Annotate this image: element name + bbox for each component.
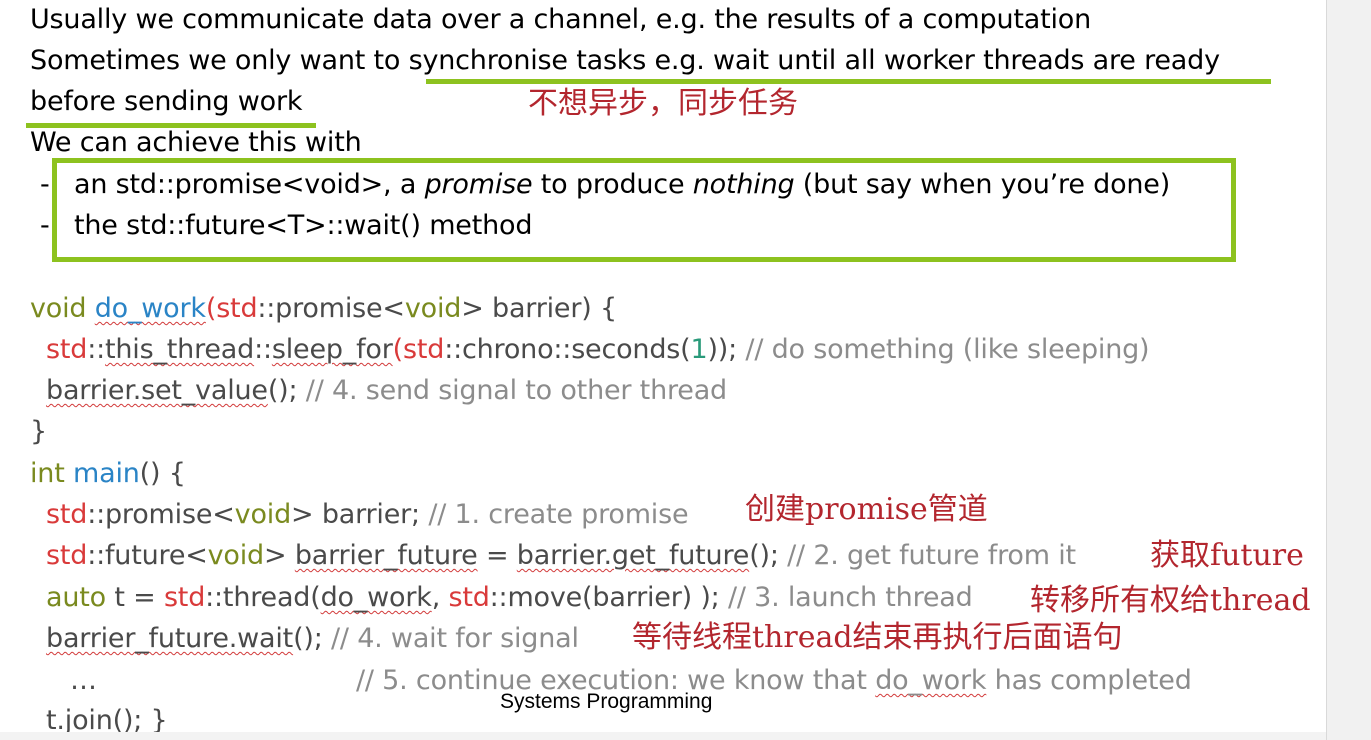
code-line-5: int main() {	[30, 458, 186, 489]
annotation-wait: 等待线程thread结束再执行后面语句	[632, 620, 1123, 655]
slide-canvas: Usually we communicate data over a chann…	[0, 0, 1326, 740]
code-line-10: …	[70, 665, 97, 696]
bullet-dash: -	[40, 169, 50, 200]
code-line-2: std::this_thread::sleep_for(std::chrono:…	[46, 334, 1150, 365]
bottom-edge	[0, 732, 1326, 740]
code-line-8: auto t = std::thread(do_work, std::move(…	[46, 582, 973, 613]
code-line-4: }	[30, 416, 47, 447]
code-line-10-comment: // 5. continue execution: we know that d…	[356, 665, 1192, 696]
annotation-move: 转移所有权给thread	[1030, 583, 1311, 618]
code-line-3: barrier.set_value(); // 4. send signal t…	[46, 375, 727, 406]
vertical-scrollbar[interactable]	[1326, 0, 1371, 740]
code-line-7: std::future<void> barrier_future = barri…	[46, 540, 1076, 571]
code-line-6: std::promise<void> barrier; // 1. create…	[46, 499, 689, 530]
code-line-9: barrier_future.wait(); // 4. wait for si…	[46, 623, 579, 654]
intro-line-3: before sending work	[30, 86, 303, 117]
intro-line-2: Sometimes we only want to synchronise ta…	[30, 45, 1220, 76]
annotation-create: 创建promise管道	[745, 492, 988, 527]
intro-line-4: We can achieve this with	[30, 127, 362, 158]
highlight-underline-1	[426, 79, 1271, 84]
intro-line-1: Usually we communicate data over a chann…	[30, 4, 1092, 35]
bullet-dash: -	[40, 210, 50, 241]
bullet-1: - an std::promise<void>, a promise to pro…	[40, 169, 1171, 200]
annotation-sync: 不想异步，同步任务	[528, 86, 798, 121]
highlight-underline-2	[26, 123, 316, 128]
slide-footer: Systems Programming	[500, 690, 713, 713]
bullet-2: - the std::future<T>::wait() method	[40, 210, 533, 241]
underlined-sync-text: synchronise tasks e.g. wait until all wo…	[408, 45, 1220, 76]
code-line-1: void do_work(std::promise<void> barrier)…	[30, 293, 617, 324]
annotation-get: 获取future	[1150, 538, 1304, 573]
